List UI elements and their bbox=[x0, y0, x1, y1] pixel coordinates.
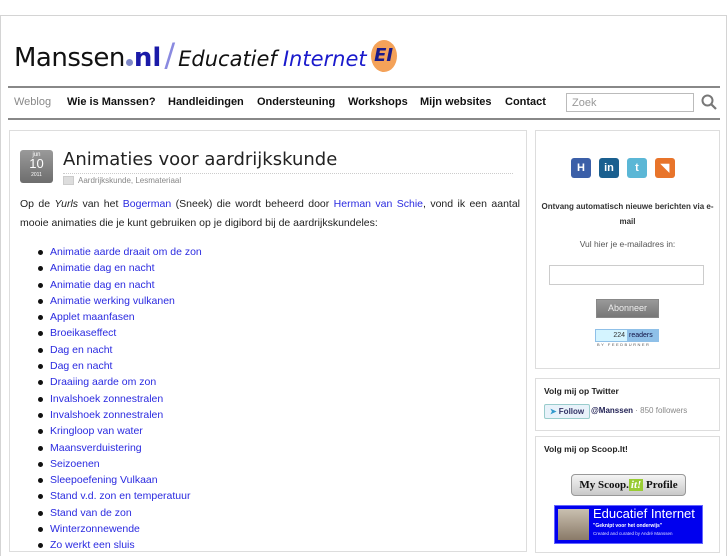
title-divider bbox=[63, 173, 513, 174]
logo-edu: Educatief bbox=[178, 47, 277, 71]
animation-link[interactable]: Animatie dag en nacht bbox=[38, 277, 202, 293]
feed-label: readers bbox=[629, 332, 653, 339]
feed-by: BY FEEDBURNER bbox=[597, 342, 651, 347]
subscribe-button[interactable]: Abonneer bbox=[596, 299, 659, 318]
site-logo[interactable]: Manssen nl / Educatief Internet EI bbox=[14, 36, 397, 76]
animation-link[interactable]: Sleepoefening Vulkaan bbox=[38, 472, 202, 488]
post-date-year: 2011 bbox=[31, 172, 42, 178]
nav-contact[interactable]: Contact bbox=[505, 96, 546, 108]
animation-link[interactable]: Animatie dag en nacht bbox=[38, 260, 202, 276]
post-title[interactable]: Animaties voor aardrijkskunde bbox=[63, 149, 337, 170]
followers-count: · 850 followers bbox=[633, 406, 688, 415]
hyves-icon[interactable]: H bbox=[571, 158, 591, 178]
social-icons: Hin t ◥ bbox=[571, 158, 675, 178]
animation-link[interactable]: Animatie aarde draait om de zon bbox=[38, 244, 202, 260]
post-article: jun 10 2011 Animaties voor aardrijkskund… bbox=[9, 130, 527, 552]
logo-internet: Internet bbox=[282, 47, 367, 71]
post-date-day: 10 bbox=[29, 156, 44, 171]
nav-wie-is-manssen[interactable]: Wie is Manssen? bbox=[67, 96, 156, 108]
logo-badge: EI bbox=[370, 40, 397, 72]
link-bogerman[interactable]: Bogerman bbox=[123, 198, 171, 210]
feed-count: 224 bbox=[596, 330, 627, 341]
scoop-profile: Profile bbox=[643, 479, 678, 491]
email-field[interactable] bbox=[549, 265, 704, 285]
twitter-bird-icon: ➤ bbox=[549, 407, 557, 416]
animation-link[interactable]: Dag en nacht bbox=[38, 358, 202, 374]
logo-main: Manssen bbox=[14, 43, 125, 73]
nav-mijn-websites[interactable]: Mijn websites bbox=[420, 96, 492, 108]
search-input[interactable]: Zoek bbox=[566, 93, 694, 112]
animation-link[interactable]: Applet maanfasen bbox=[38, 309, 202, 325]
animation-link[interactable]: Invalshoek zonnestralen bbox=[38, 391, 202, 407]
subscribe-widget: Hin t ◥ Ontvang automatisch nieuwe bericht… bbox=[535, 130, 720, 369]
animation-link[interactable]: Animatie werking vulkanen bbox=[38, 293, 202, 309]
banner-subtitle: "Geknipt voor het onderwijs" bbox=[593, 523, 663, 529]
feedburner-badge[interactable]: 224 readers BY FEEDBURNER bbox=[595, 329, 659, 347]
follow-label: Follow bbox=[558, 407, 585, 416]
twitter-title: Volg mij op Twitter bbox=[544, 386, 619, 396]
animation-link[interactable]: Invalshoek zonnestralen bbox=[38, 407, 202, 423]
nav-handleidingen[interactable]: Handleidingen bbox=[168, 96, 244, 108]
twitter-followers: @Manssen · 850 followers bbox=[591, 406, 687, 415]
animation-link[interactable]: Dag en nacht bbox=[38, 342, 202, 358]
post-intro: Op de Yurls van het Bogerman (Sneek) die… bbox=[20, 195, 520, 233]
twitter-follow-button[interactable]: ➤ Follow bbox=[544, 404, 590, 419]
post-date-badge: jun 10 2011 bbox=[20, 150, 53, 183]
intro-text: van het bbox=[78, 198, 123, 210]
educatief-internet-banner[interactable]: Educatief Internet "Geknipt voor het ond… bbox=[554, 505, 703, 544]
banner-title: Educatief Internet bbox=[593, 506, 695, 521]
author-photo bbox=[558, 509, 589, 540]
scoop-my: My Scoop. bbox=[579, 479, 629, 491]
banner-credit: Created and curated by André Manssen bbox=[593, 531, 673, 536]
main-nav: Weblog Wie is Manssen? Handleidingen Ond… bbox=[8, 86, 720, 120]
post-categories-text[interactable]: Aardrijkskunde, Lesmateriaal bbox=[78, 176, 181, 185]
logo-slash: / bbox=[164, 36, 176, 74]
intro-yurls: Yurls bbox=[54, 198, 79, 210]
animation-link[interactable]: Winterzonnewende bbox=[38, 521, 202, 537]
animation-link[interactable]: Broeikaseffect bbox=[38, 325, 202, 341]
logo-dot bbox=[125, 59, 133, 66]
animation-link[interactable]: Kringloop van water bbox=[38, 423, 202, 439]
animation-link[interactable]: Stand van de zon bbox=[38, 505, 202, 521]
subscribe-title: Ontvang automatisch nieuwe berichten via… bbox=[541, 202, 714, 226]
nav-weblog[interactable]: Weblog bbox=[14, 96, 51, 108]
scoop-it: it! bbox=[628, 479, 644, 491]
subscribe-prompt: Vul hier je e-mailadres in: bbox=[579, 239, 676, 249]
scoopit-widget: Volg mij op Scoop.It! My Scoop. it! Profi… bbox=[535, 436, 720, 553]
linkedin-icon[interactable]: in bbox=[599, 158, 619, 178]
scoop-title: Volg mij op Scoop.It! bbox=[544, 444, 628, 454]
animation-link[interactable]: Stand v.d. zon en temperatuur bbox=[38, 488, 202, 504]
scoopit-profile-button[interactable]: My Scoop. it! Profile bbox=[571, 474, 686, 496]
intro-text: Op de bbox=[20, 198, 55, 210]
post-categories: Aardrijkskunde, Lesmateriaal bbox=[63, 176, 181, 185]
animation-link[interactable]: Draaiing aarde om zon bbox=[38, 374, 202, 390]
rss-icon[interactable]: ◥ bbox=[655, 158, 675, 178]
twitter-widget: Volg mij op Twitter ➤ Follow @Manssen · … bbox=[535, 378, 720, 431]
animation-link[interactable]: Maansverduistering bbox=[38, 440, 202, 456]
link-herman-van-schie[interactable]: Herman van Schie bbox=[334, 198, 423, 210]
animation-link[interactable]: Zo werkt een sluis bbox=[38, 537, 202, 553]
search-icon[interactable] bbox=[701, 94, 717, 110]
twitter-icon[interactable]: t bbox=[627, 158, 647, 178]
intro-text: (Sneek) die wordt beheerd door bbox=[171, 198, 334, 210]
animation-link[interactable]: Seizoenen bbox=[38, 456, 202, 472]
folder-icon bbox=[63, 176, 74, 185]
nav-workshops[interactable]: Workshops bbox=[348, 96, 408, 108]
twitter-handle[interactable]: @Manssen bbox=[591, 406, 633, 415]
animation-links-list: Animatie aarde draait om de zon Animatie … bbox=[38, 244, 202, 554]
logo-tld: nl bbox=[133, 43, 162, 73]
nav-ondersteuning[interactable]: Ondersteuning bbox=[257, 96, 335, 108]
